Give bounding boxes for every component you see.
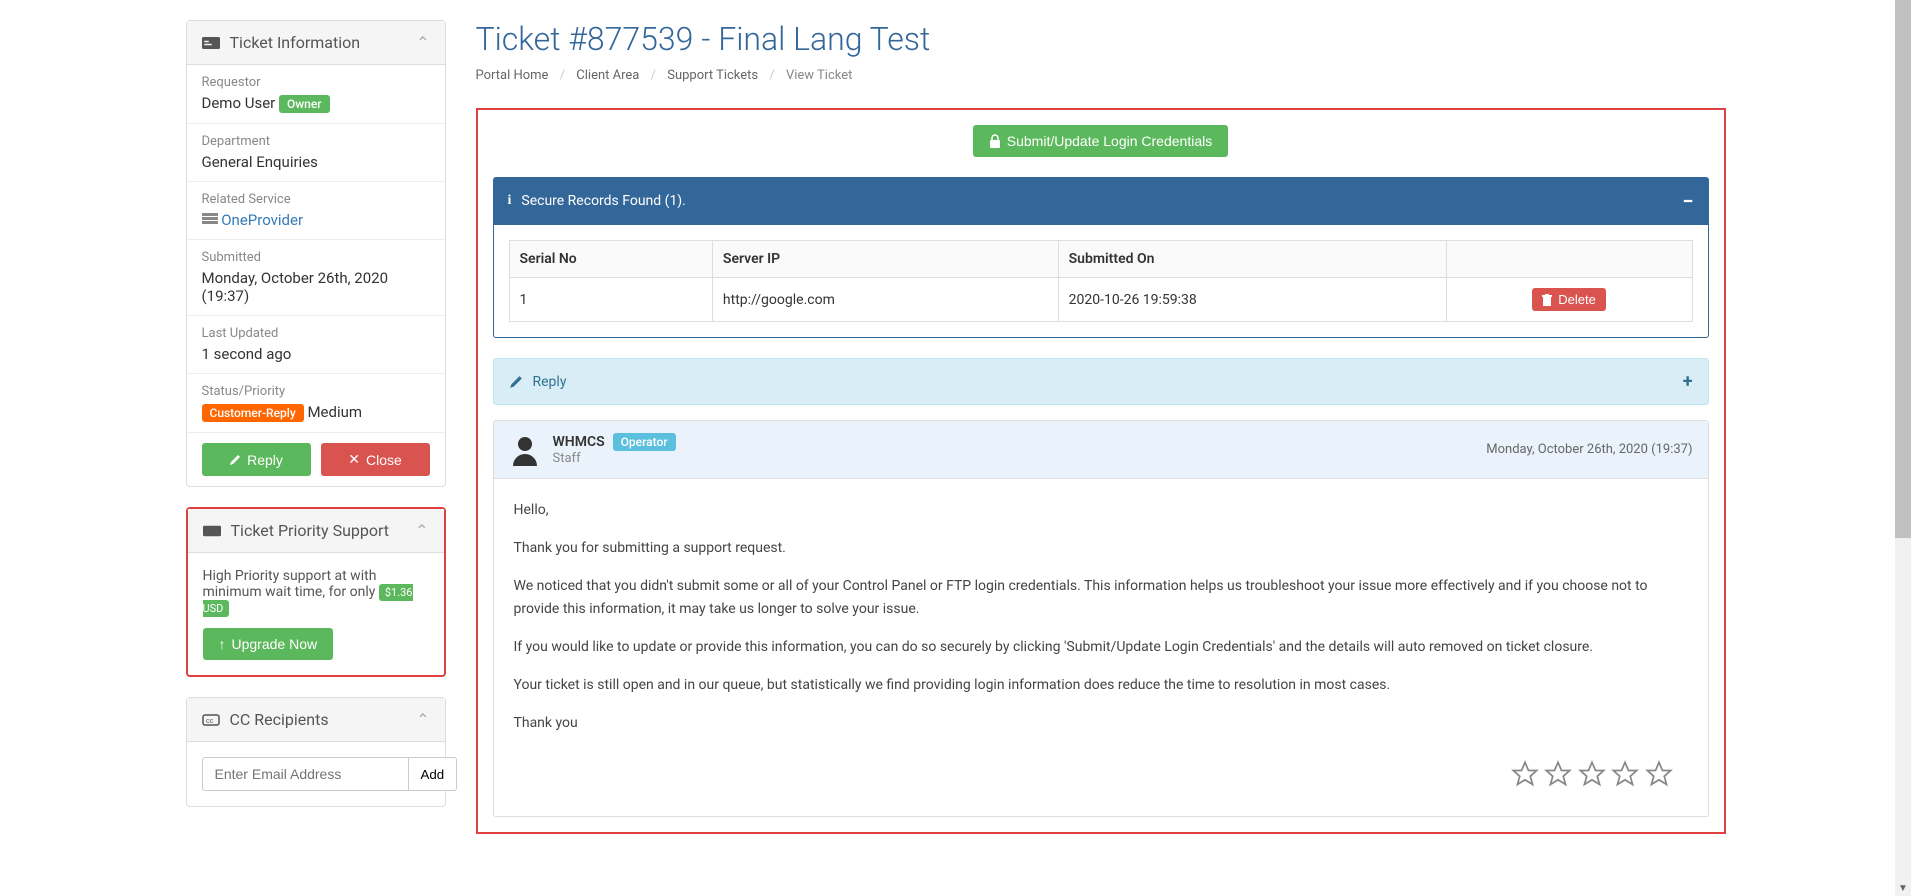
rating-stars (514, 750, 1688, 797)
scroll-thumb[interactable] (1895, 0, 1911, 538)
operator-badge: Operator (613, 433, 676, 451)
breadcrumb-tickets[interactable]: Support Tickets (667, 68, 758, 83)
submitted-value: Monday, October 26th, 2020 (19:37) (202, 269, 430, 305)
requestor-label: Requestor (202, 75, 430, 90)
pencil-icon (509, 375, 523, 389)
cc-title: CC Recipients (230, 710, 329, 729)
message-role: Staff (553, 451, 1475, 466)
related-service-link[interactable]: OneProvider (221, 211, 303, 229)
lock-icon (989, 134, 1001, 148)
ticket-info-panel: Ticket Information ⌃ Requestor Demo User… (186, 20, 446, 487)
message-p1: Hello, (514, 499, 1688, 523)
reply-panel-header[interactable]: Reply + (493, 358, 1709, 405)
status-badge: Customer-Reply (202, 404, 304, 422)
cc-email-input[interactable] (202, 757, 409, 791)
cc-header[interactable]: cc CC Recipients ⌃ (187, 698, 445, 742)
cell-submitted: 2020-10-26 19:59:38 (1058, 278, 1446, 322)
chevron-up-icon: ⌃ (415, 521, 428, 540)
message-p2: Thank you for submitting a support reque… (514, 537, 1688, 561)
col-submitted: Submitted On (1058, 241, 1446, 278)
breadcrumb-portal[interactable]: Portal Home (476, 68, 549, 83)
priority-support-header[interactable]: Ticket Priority Support ⌃ (188, 509, 444, 553)
ticket-info-header[interactable]: Ticket Information ⌃ (187, 21, 445, 65)
related-label: Related Service (202, 192, 430, 207)
upgrade-button[interactable]: ↑ Upgrade Now (203, 628, 334, 660)
secure-records-title: Secure Records Found (1). (521, 193, 686, 209)
message: WHMCS Operator Staff Monday, October 26t… (493, 420, 1709, 817)
message-date: Monday, October 26th, 2020 (19:37) (1486, 442, 1692, 457)
status-label: Status/Priority (202, 384, 430, 399)
reply-title: Reply (533, 374, 567, 390)
star-icon[interactable] (1544, 760, 1572, 788)
chevron-up-icon: ⌃ (416, 33, 429, 52)
scroll-down-arrow[interactable]: ▼ (1895, 880, 1911, 896)
plus-icon[interactable]: + (1683, 371, 1693, 392)
ticket-icon (203, 524, 221, 538)
secure-records-table: Serial No Server IP Submitted On 1 http:… (509, 240, 1693, 322)
priority-support-title: Ticket Priority Support (231, 521, 390, 540)
priority-value: Medium (307, 403, 362, 421)
close-button[interactable]: ✕ Close (321, 443, 430, 476)
pencil-icon (229, 454, 241, 466)
x-icon: ✕ (348, 451, 360, 468)
department-label: Department (202, 134, 430, 149)
info-icon: i (508, 193, 512, 209)
page-title: Ticket #877539 - Final Lang Test (476, 20, 1726, 58)
ticket-icon (202, 36, 220, 50)
breadcrumb-client[interactable]: Client Area (576, 68, 639, 83)
cc-recipients-panel: cc CC Recipients ⌃ Add (186, 697, 446, 807)
star-icon[interactable] (1645, 760, 1673, 788)
updated-label: Last Updated (202, 326, 430, 341)
cc-icon: cc (202, 714, 220, 726)
star-icon[interactable] (1511, 760, 1539, 788)
secure-records-header[interactable]: i Secure Records Found (1). − (493, 177, 1709, 225)
table-row: 1 http://google.com 2020-10-26 19:59:38 … (509, 278, 1692, 322)
star-icon[interactable] (1611, 760, 1639, 788)
avatar-icon (509, 434, 541, 466)
trash-icon (1542, 294, 1552, 306)
message-p3: We noticed that you didn't submit some o… (514, 575, 1688, 623)
col-serial: Serial No (509, 241, 712, 278)
delete-button[interactable]: Delete (1532, 288, 1606, 311)
submitted-label: Submitted (202, 250, 430, 265)
priority-text: High Priority support at with minimum wa… (203, 568, 379, 600)
svg-text:cc: cc (206, 717, 214, 725)
minus-icon[interactable]: − (1682, 189, 1693, 213)
requestor-value: Demo User (202, 94, 276, 112)
breadcrumb-current: View Ticket (786, 68, 852, 83)
star-icon[interactable] (1578, 760, 1606, 788)
message-p5: Your ticket is still open and in our que… (514, 674, 1688, 698)
cell-ip: http://google.com (712, 278, 1058, 322)
breadcrumb: Portal Home / Client Area / Support Tick… (476, 68, 1726, 93)
arrow-up-icon: ↑ (219, 636, 226, 652)
ticket-info-title: Ticket Information (230, 33, 361, 52)
chevron-up-icon: ⌃ (416, 710, 429, 729)
server-icon (202, 213, 218, 225)
owner-badge: Owner (279, 95, 330, 113)
scrollbar[interactable]: ▼ (1895, 0, 1911, 896)
col-ip: Server IP (712, 241, 1058, 278)
main-content-box: Submit/Update Login Credentials i Secure… (476, 108, 1726, 834)
department-value: General Enquiries (202, 153, 430, 171)
message-p4: If you would like to update or provide t… (514, 636, 1688, 660)
priority-support-panel: Ticket Priority Support ⌃ High Priority … (186, 507, 446, 677)
cc-add-button[interactable]: Add (409, 757, 458, 791)
updated-value: 1 second ago (202, 345, 430, 363)
submit-credentials-button[interactable]: Submit/Update Login Credentials (973, 125, 1228, 157)
cell-serial: 1 (509, 278, 712, 322)
message-author: WHMCS (553, 434, 605, 450)
reply-button[interactable]: Reply (202, 443, 311, 476)
message-p6: Thank you (514, 712, 1688, 736)
